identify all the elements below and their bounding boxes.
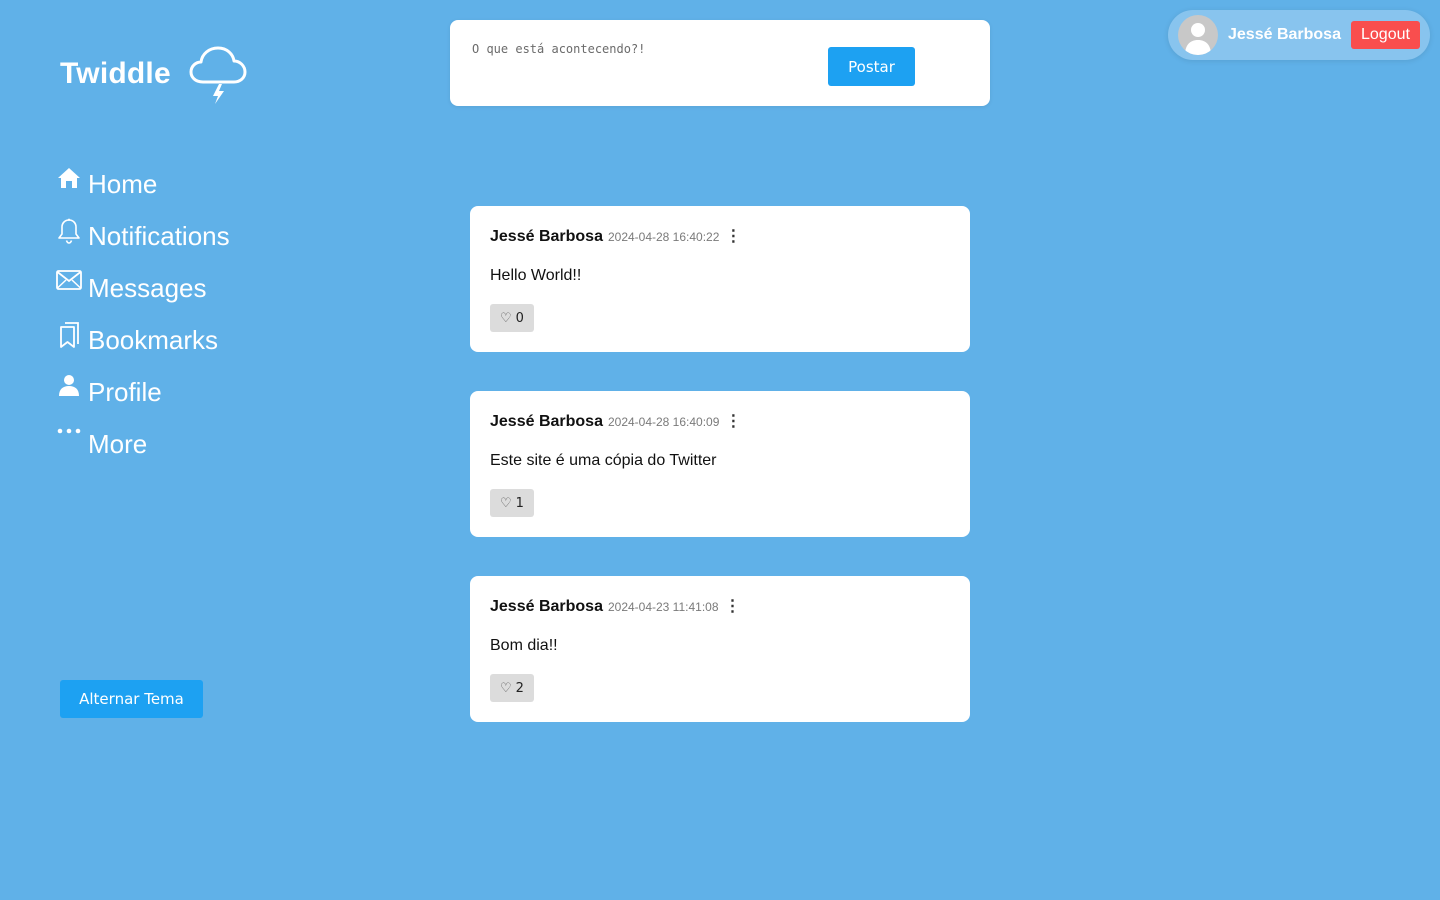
post-header: Jessé Barbosa 2024-04-23 11:41:08 ⋮ <box>490 598 950 618</box>
sidebar-item-label: Bookmarks <box>88 324 219 355</box>
sidebar-item-bookmarks[interactable]: Bookmarks <box>55 314 230 366</box>
post-card: Jessé Barbosa 2024-04-28 16:40:09 ⋮ Este… <box>470 391 970 537</box>
storm-cloud-icon <box>189 46 247 104</box>
post-input[interactable] <box>472 42 802 82</box>
post-options-icon[interactable]: ⋮ <box>725 599 741 615</box>
user-name: Jessé Barbosa <box>1228 26 1341 43</box>
post-timestamp: 2024-04-28 16:40:09 <box>607 415 720 429</box>
like-button[interactable]: ♡ 1 <box>490 489 534 517</box>
sidebar-item-profile[interactable]: Profile <box>55 366 230 418</box>
post-header: Jessé Barbosa 2024-04-28 16:40:09 ⋮ <box>490 413 950 433</box>
brand: Twiddle <box>60 44 247 104</box>
like-button[interactable]: ♡ 0 <box>490 304 534 332</box>
post-timestamp: 2024-04-23 11:41:08 <box>607 600 719 614</box>
post-text: Bom dia!! <box>490 637 558 654</box>
like-count: 2 <box>515 680 524 696</box>
like-count: 1 <box>515 495 524 511</box>
toggle-theme-button[interactable]: Alternar Tema <box>60 680 203 718</box>
brand-title: Twiddle <box>60 57 171 90</box>
post-options-icon[interactable]: ⋮ <box>725 229 741 245</box>
sidebar-item-notifications[interactable]: Notifications <box>55 210 230 262</box>
post-card: Jessé Barbosa 2024-04-23 11:41:08 ⋮ Bom … <box>470 576 970 722</box>
post-author: Jessé Barbosa <box>490 413 603 430</box>
like-count: 0 <box>515 310 524 326</box>
sidebar-item-home[interactable]: Home <box>55 158 230 210</box>
post-composer: Postar <box>450 20 990 106</box>
user-avatar-icon <box>1185 23 1211 55</box>
sidebar-item-label: More <box>88 428 148 459</box>
home-icon <box>55 166 82 193</box>
sidebar-item-label: Notifications <box>88 220 230 251</box>
post-timestamp: 2024-04-28 16:40:22 <box>607 230 720 244</box>
sidebar-item-messages[interactable]: Messages <box>55 262 230 314</box>
person-icon <box>55 374 82 401</box>
post-text: Este site é uma cópia do Twitter <box>490 452 717 469</box>
user-menu: Jessé Barbosa Logout <box>1168 10 1430 60</box>
post-button[interactable]: Postar <box>828 47 915 86</box>
sidebar-nav: Home Notifications Messages Bookmarks Pr… <box>55 158 230 470</box>
post-author: Jessé Barbosa <box>490 598 603 615</box>
post-card: Jessé Barbosa 2024-04-28 16:40:22 ⋮ Hell… <box>470 206 970 352</box>
sidebar-item-label: Profile <box>88 376 162 407</box>
heart-icon: ♡ <box>500 495 512 511</box>
avatar[interactable] <box>1178 15 1218 55</box>
post-feed: Jessé Barbosa 2024-04-28 16:40:22 ⋮ Hell… <box>470 206 970 761</box>
heart-icon: ♡ <box>500 310 512 326</box>
post-author: Jessé Barbosa <box>490 228 603 245</box>
post-options-icon[interactable]: ⋮ <box>725 414 741 430</box>
heart-icon: ♡ <box>500 680 512 696</box>
sidebar-item-more[interactable]: More <box>55 418 230 470</box>
post-header: Jessé Barbosa 2024-04-28 16:40:22 ⋮ <box>490 228 950 248</box>
sidebar-item-label: Messages <box>88 272 207 303</box>
bell-icon <box>55 218 82 245</box>
post-text: Hello World!! <box>490 267 582 284</box>
logout-button[interactable]: Logout <box>1350 21 1420 49</box>
bookmarks-icon <box>55 321 82 349</box>
like-button[interactable]: ♡ 2 <box>490 674 534 702</box>
envelope-icon <box>55 269 82 297</box>
sidebar-item-label: Home <box>88 168 158 199</box>
ellipsis-icon <box>55 426 82 453</box>
